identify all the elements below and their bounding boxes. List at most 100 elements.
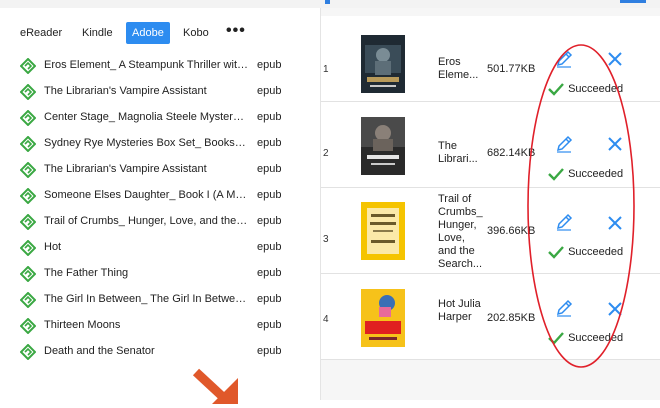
book-list-item[interactable]: The Librarian's Vampire Assistant epub bbox=[0, 79, 320, 105]
check-icon bbox=[548, 246, 564, 259]
file-size: 501.77KB bbox=[487, 63, 536, 75]
conversion-item: 3 Trail of Crumbs_ Hunger, Love, and the… bbox=[321, 188, 660, 274]
status-badge: Succeeded bbox=[547, 331, 623, 345]
book-format: epub bbox=[257, 189, 282, 201]
tab-adobe[interactable]: Adobe bbox=[126, 22, 170, 44]
pencil-icon[interactable] bbox=[554, 298, 574, 318]
book-list-item[interactable]: Someone Elses Daughter_ Book I (A Mira..… bbox=[0, 183, 320, 209]
book-title: The Librarian's Vampire Assistant bbox=[44, 85, 207, 97]
drag-arrow-icon bbox=[192, 368, 238, 404]
book-title: Thirteen Moons bbox=[44, 319, 121, 331]
book-format: epub bbox=[257, 267, 282, 279]
book-cover bbox=[361, 289, 405, 347]
book-format: epub bbox=[257, 137, 282, 149]
epub-icon bbox=[20, 188, 36, 204]
book-format: epub bbox=[257, 293, 282, 305]
tab-kindle[interactable]: Kindle bbox=[76, 22, 119, 44]
pencil-icon[interactable] bbox=[554, 134, 574, 154]
library-panel: eReader Kindle Adobe Kobo ••• Eros Eleme… bbox=[0, 8, 321, 404]
book-title: Center Stage_ Magnolia Steele Mystery #1 bbox=[44, 111, 248, 123]
book-list-item[interactable]: Sydney Rye Mysteries Box Set_ Books 1-3 … bbox=[0, 131, 320, 157]
check-icon bbox=[548, 168, 564, 181]
epub-icon bbox=[20, 162, 36, 178]
book-list-item[interactable]: Trail of Crumbs_ Hunger, Love, and the S… bbox=[0, 209, 320, 235]
more-tabs-button[interactable]: ••• bbox=[220, 22, 252, 44]
item-number: 3 bbox=[323, 234, 329, 245]
book-format: epub bbox=[257, 111, 282, 123]
status-text: Succeeded bbox=[568, 167, 624, 180]
epub-icon bbox=[20, 136, 36, 152]
book-title: Death and the Senator bbox=[44, 345, 155, 357]
book-title: The Girl In Between_ The Girl In Between… bbox=[44, 293, 248, 305]
device-tabs: eReader Kindle Adobe Kobo ••• bbox=[0, 22, 320, 46]
book-format: epub bbox=[257, 319, 282, 331]
book-title: Sydney Rye Mysteries Box Set_ Books 1-3 bbox=[44, 137, 248, 149]
book-format: epub bbox=[257, 59, 282, 71]
epub-icon bbox=[20, 214, 36, 230]
book-title: Trail of Crumbs_ Hunger, Love, and the S… bbox=[44, 215, 248, 227]
epub-icon bbox=[20, 58, 36, 74]
book-cover bbox=[361, 117, 405, 175]
file-size: 396.66KB bbox=[487, 225, 536, 237]
close-icon[interactable] bbox=[607, 301, 623, 317]
close-icon[interactable] bbox=[607, 136, 623, 152]
book-list-item[interactable]: The Librarian's Vampire Assistant epub bbox=[0, 157, 320, 183]
status-text: Succeeded bbox=[568, 245, 624, 258]
book-list-item[interactable]: Death and the Senator epub bbox=[0, 339, 320, 365]
close-icon[interactable] bbox=[607, 51, 623, 67]
epub-icon bbox=[20, 240, 36, 256]
book-format: epub bbox=[257, 85, 282, 97]
tab-kobo[interactable]: Kobo bbox=[177, 22, 215, 44]
status-badge: Succeeded bbox=[547, 82, 623, 96]
status-text: Succeeded bbox=[568, 331, 624, 344]
book-list-item[interactable]: Eros Element_ A Steampunk Thriller with … bbox=[0, 53, 320, 79]
epub-icon bbox=[20, 266, 36, 282]
book-list-item[interactable]: The Father Thing epub bbox=[0, 261, 320, 287]
conversion-item: 4 Hot Julia Harper 202.85KB Succeeded bbox=[321, 274, 660, 360]
status-badge: Succeeded bbox=[547, 245, 623, 259]
top-accent-right bbox=[620, 0, 646, 3]
file-size: 682.14KB bbox=[487, 147, 536, 159]
converted-title: Hot Julia Harper bbox=[438, 298, 481, 323]
item-number: 1 bbox=[323, 64, 329, 75]
tab-ereader[interactable]: eReader bbox=[14, 22, 68, 44]
converted-title: Eros Eleme... bbox=[438, 56, 479, 81]
item-number: 4 bbox=[323, 314, 329, 325]
converted-title: Trail of Crumbs_ Hunger, Love, and the S… bbox=[438, 193, 483, 270]
book-list-item[interactable]: Hot epub bbox=[0, 235, 320, 261]
book-format: epub bbox=[257, 163, 282, 175]
close-icon[interactable] bbox=[607, 215, 623, 231]
conversion-panel: 1 Eros Eleme... 501.77KB Succeeded 2 The… bbox=[321, 8, 660, 400]
book-title: The Father Thing bbox=[44, 267, 129, 279]
book-list-item[interactable]: Thirteen Moons epub bbox=[0, 313, 320, 339]
top-accent bbox=[325, 0, 330, 4]
book-title: The Librarian's Vampire Assistant bbox=[44, 163, 207, 175]
book-title: Hot bbox=[44, 241, 62, 253]
file-size: 202.85KB bbox=[487, 312, 536, 324]
book-format: epub bbox=[257, 241, 282, 253]
status-badge: Succeeded bbox=[547, 167, 623, 181]
epub-icon bbox=[20, 84, 36, 100]
epub-icon bbox=[20, 110, 36, 126]
pencil-icon[interactable] bbox=[554, 212, 574, 232]
book-title: Eros Element_ A Steampunk Thriller with … bbox=[44, 59, 248, 71]
book-title: Someone Elses Daughter_ Book I (A Mira..… bbox=[44, 189, 248, 201]
check-icon bbox=[548, 332, 564, 345]
conversion-item: 1 Eros Eleme... 501.77KB Succeeded bbox=[321, 16, 660, 102]
book-cover bbox=[361, 202, 405, 260]
top-strip bbox=[0, 0, 660, 8]
epub-icon bbox=[20, 292, 36, 308]
book-list-item[interactable]: Center Stage_ Magnolia Steele Mystery #1… bbox=[0, 105, 320, 131]
book-cover bbox=[361, 35, 405, 93]
book-format: epub bbox=[257, 345, 282, 357]
epub-icon bbox=[20, 318, 36, 334]
book-list-item[interactable]: The Girl In Between_ The Girl In Between… bbox=[0, 287, 320, 313]
converted-title: The Librari... bbox=[438, 140, 478, 165]
status-text: Succeeded bbox=[568, 82, 624, 95]
check-icon bbox=[548, 83, 564, 96]
item-number: 2 bbox=[323, 148, 329, 159]
conversion-item: 2 The Librari... 682.14KB Succeeded bbox=[321, 102, 660, 188]
book-format: epub bbox=[257, 215, 282, 227]
epub-icon bbox=[20, 344, 36, 360]
pencil-icon[interactable] bbox=[554, 49, 574, 69]
